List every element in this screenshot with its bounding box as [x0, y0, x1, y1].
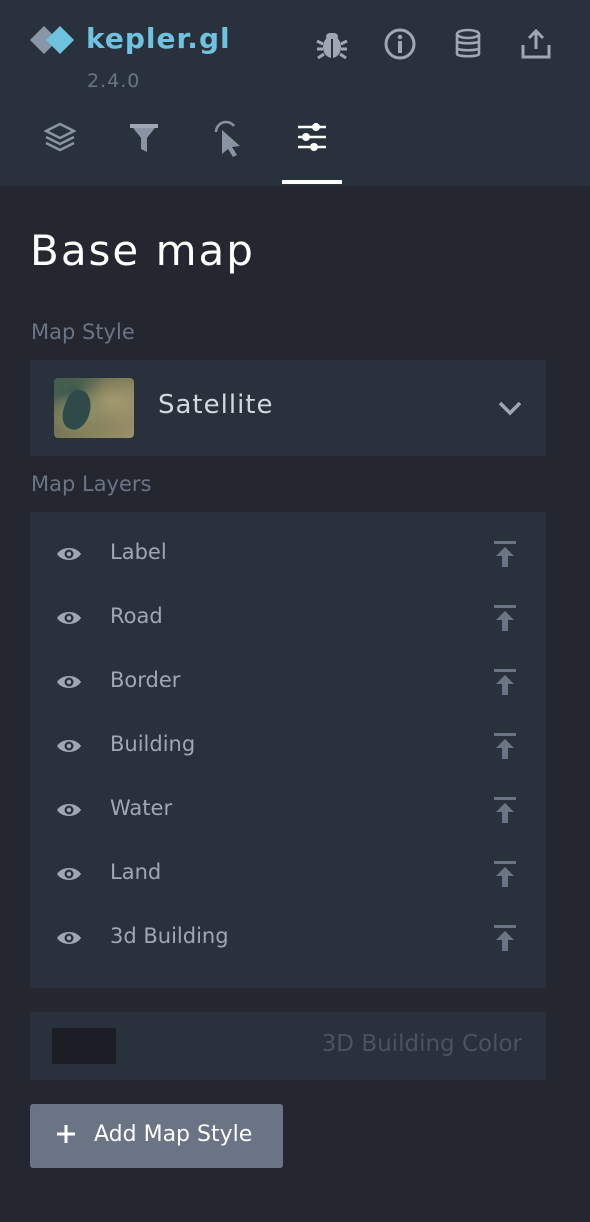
satellite-thumbnail — [54, 378, 134, 438]
tab-interactions[interactable] — [198, 120, 258, 184]
move-to-top-icon[interactable] — [494, 603, 516, 633]
info-button[interactable] — [380, 24, 420, 64]
map-style-dropdown[interactable]: Satellite — [30, 360, 546, 456]
cursor-icon — [214, 120, 240, 157]
plus-icon — [57, 1125, 75, 1143]
active-tab-indicator — [282, 180, 342, 184]
map-layer-row: Water — [30, 778, 546, 842]
share-icon — [521, 28, 551, 59]
move-to-top-icon[interactable] — [494, 731, 516, 761]
map-layer-label: Label — [110, 540, 167, 564]
map-layer-label: Building — [110, 732, 196, 756]
map-style-label: Map Style — [31, 320, 135, 344]
move-to-top-icon[interactable] — [494, 859, 516, 889]
eye-icon[interactable] — [56, 605, 82, 631]
bug-report-button[interactable] — [312, 24, 352, 64]
building-color-label: 3D Building Color — [321, 1031, 522, 1057]
eye-icon[interactable] — [56, 669, 82, 695]
eye-icon[interactable] — [56, 861, 82, 887]
move-to-top-icon[interactable] — [494, 667, 516, 697]
chevron-down-icon — [498, 401, 522, 416]
eye-icon[interactable] — [56, 797, 82, 823]
map-layer-row: Label — [30, 522, 546, 586]
map-layer-row: Road — [30, 586, 546, 650]
database-icon — [455, 28, 481, 58]
tab-base-map[interactable] — [282, 120, 342, 184]
layers-icon — [44, 122, 76, 152]
filter-icon — [130, 124, 158, 152]
map-layer-label: Water — [110, 796, 173, 820]
map-layer-label: Land — [110, 860, 162, 884]
data-button[interactable] — [448, 24, 488, 64]
info-icon — [384, 28, 416, 60]
map-layers-list: Label Road Border Building Water Land 3d Build… — [30, 512, 546, 988]
eye-icon[interactable] — [56, 541, 82, 567]
side-panel-header: kepler.gl 2.4.0 — [0, 0, 590, 186]
sliders-icon — [298, 123, 326, 151]
map-layers-label: Map Layers — [31, 472, 152, 496]
move-to-top-icon[interactable] — [494, 795, 516, 825]
panel-title: Base map — [30, 226, 255, 275]
bug-icon — [316, 33, 348, 60]
map-layer-label: Border — [110, 668, 181, 692]
map-layer-label: 3d Building — [110, 924, 229, 948]
add-map-style-label: Add Map Style — [94, 1122, 253, 1147]
eye-icon[interactable] — [56, 733, 82, 759]
tab-filters[interactable] — [114, 120, 174, 184]
selected-map-style: Satellite — [158, 390, 274, 420]
map-layer-label: Road — [110, 604, 163, 628]
move-to-top-icon[interactable] — [494, 539, 516, 569]
building-color-swatch[interactable] — [52, 1028, 116, 1064]
map-layer-row: 3d Building — [30, 906, 546, 970]
building-color-row: 3D Building Color — [30, 1012, 546, 1080]
tab-layers[interactable] — [30, 120, 90, 184]
map-layer-row: Building — [30, 714, 546, 778]
add-map-style-button[interactable]: Add Map Style — [30, 1104, 283, 1168]
map-layer-row: Border — [30, 650, 546, 714]
move-to-top-icon[interactable] — [494, 923, 516, 953]
app-name: kepler.gl — [86, 22, 231, 55]
kepler-logo-icon — [30, 26, 74, 54]
app-version: 2.4.0 — [87, 70, 141, 92]
eye-icon[interactable] — [56, 925, 82, 951]
export-button[interactable] — [516, 24, 556, 64]
map-layer-row: Land — [30, 842, 546, 906]
